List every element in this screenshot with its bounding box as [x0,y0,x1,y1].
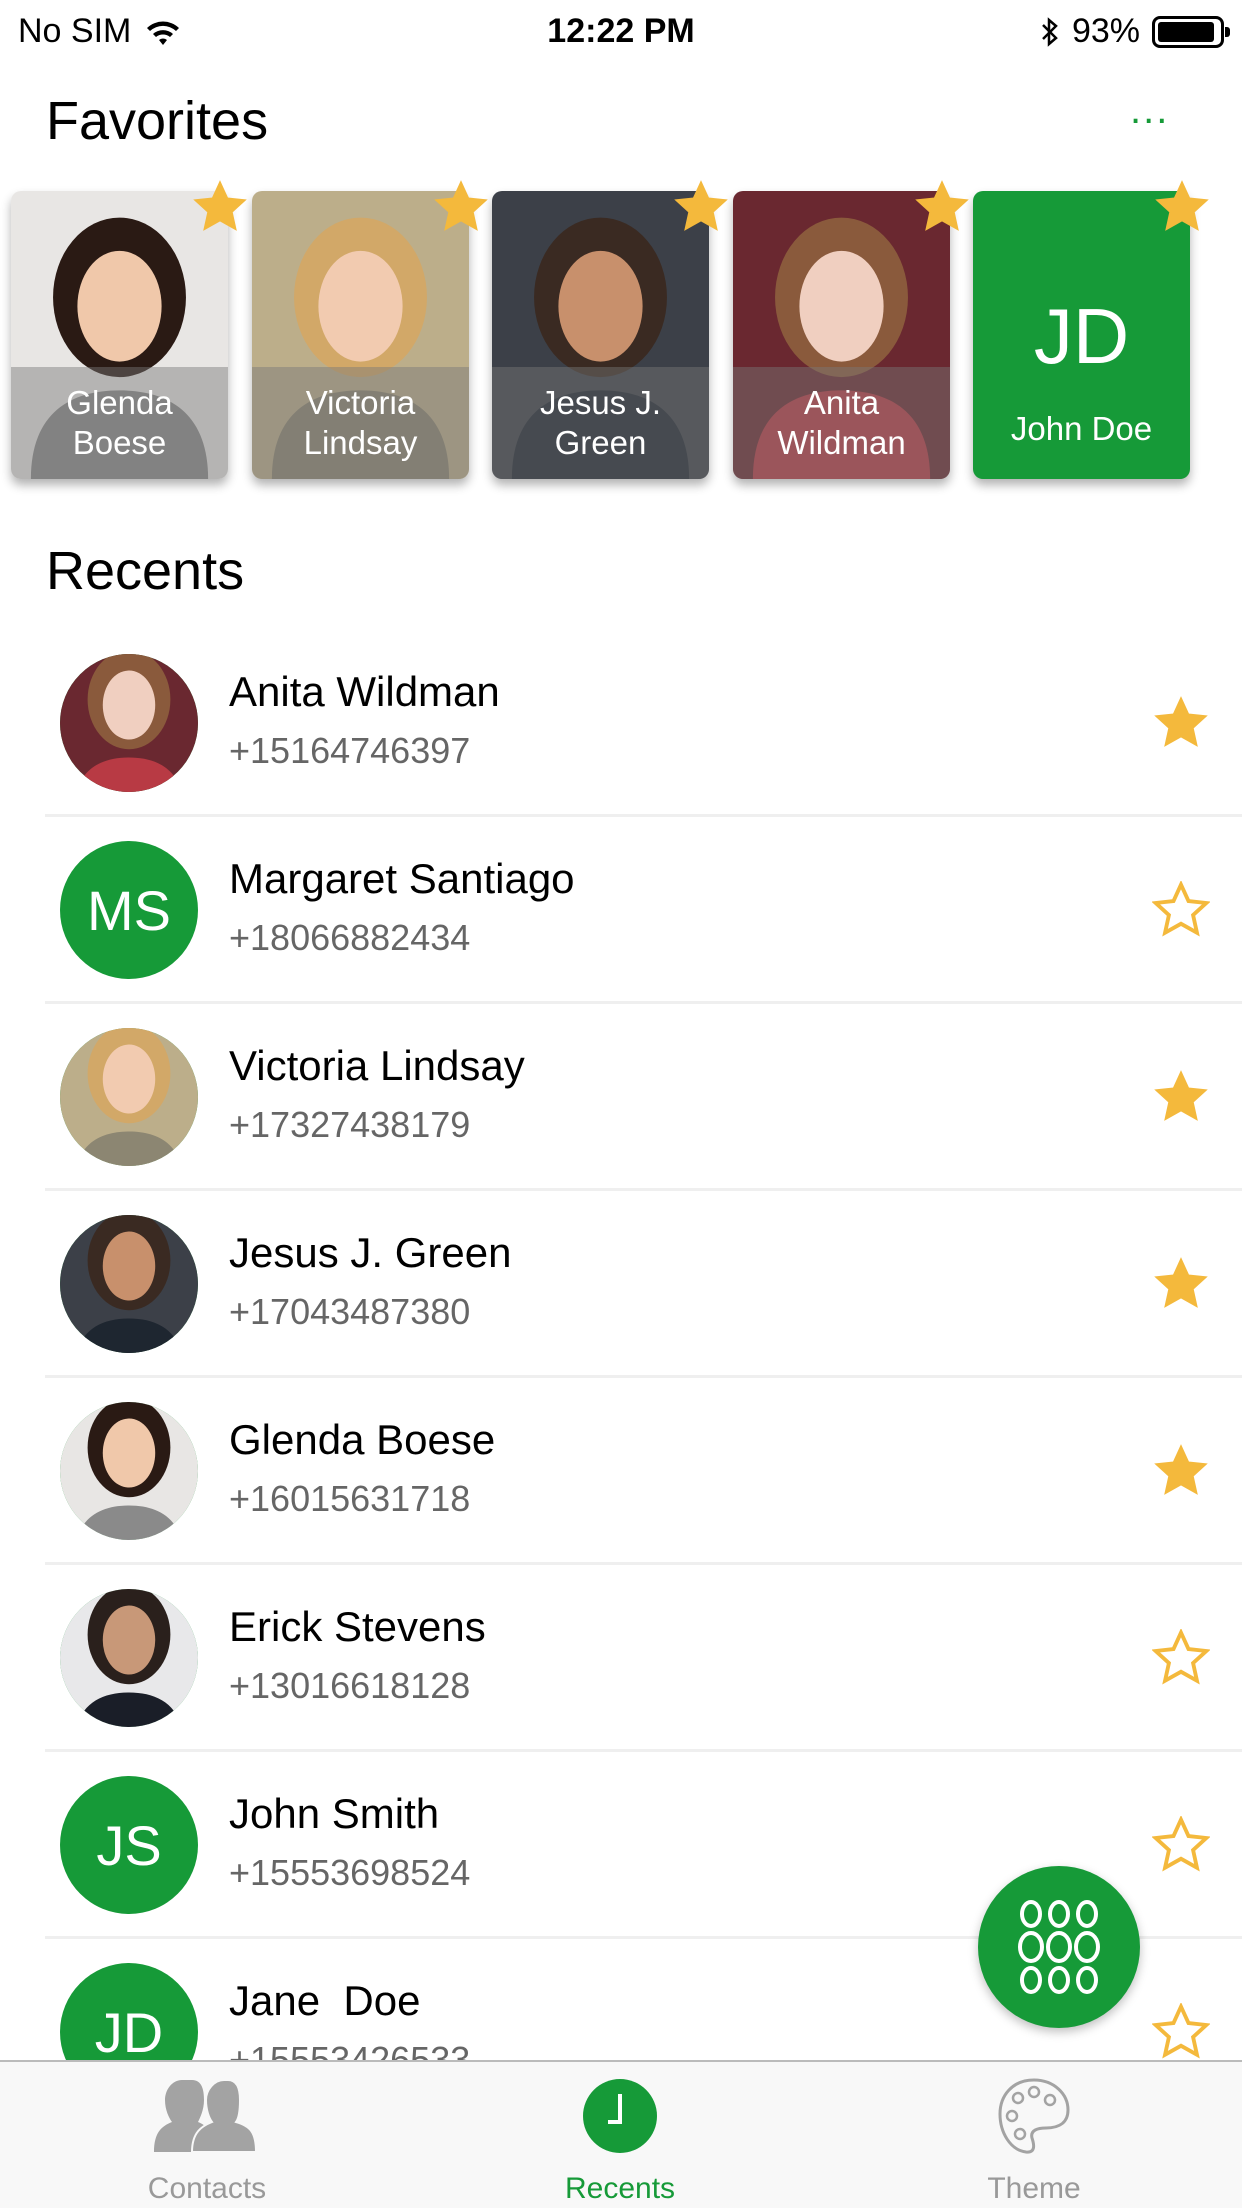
avatar [60,1028,198,1166]
list-item[interactable]: Victoria Lindsay +17327438179 [0,1004,1242,1191]
contact-phone: +16015631718 [229,1478,471,1519]
palette-icon [998,2078,1070,2154]
contact-photo [60,1028,198,1166]
tab-label: Recents [564,2172,676,2205]
star-outline-icon[interactable] [1151,1627,1211,1687]
contact-name: Anita Wildman [229,668,500,715]
initials: MS [87,878,171,942]
star-filled-icon[interactable] [913,178,971,236]
contacts-icon [154,2079,258,2153]
contact-name: Erick Stevens [229,1603,486,1650]
clock-icon [583,2079,657,2153]
favorite-name: Jesus J. Green [492,367,709,479]
recents-title: Recents [46,541,245,601]
favorite-name: John Doe [1010,410,1153,447]
avatar: JS [60,1776,198,1914]
contact-name: John Smith [229,1790,440,1837]
battery-percent: 93% [1071,12,1140,50]
contact-photo [60,1402,198,1540]
star-outline-icon[interactable] [1151,2001,1211,2061]
initials: JD [94,2000,164,2064]
star-filled-icon[interactable] [1152,1255,1210,1313]
tab-bar: Contacts Recents Theme [0,2060,1242,2208]
contact-name: Victoria Lindsay [229,1042,525,1089]
favorite-name: Victoria Lindsay [252,367,469,479]
avatar [60,1589,198,1727]
favorites-title: Favorites [46,91,269,151]
list-item[interactable]: Erick Stevens +13016618128 [0,1565,1242,1752]
contact-photo [60,1215,198,1353]
star-filled-icon[interactable] [1152,1068,1210,1126]
tab-contacts[interactable]: Contacts [57,2062,357,2210]
contact-name: Jane Doe [229,1977,421,2024]
list-item[interactable]: Anita Wildman +15164746397 [0,630,1242,817]
contact-phone: +15164746397 [229,730,471,771]
contact-phone: +13016618128 [229,1665,471,1706]
tab-theme[interactable]: Theme [884,2062,1184,2210]
list-item[interactable]: Jesus J. Green +17043487380 [0,1191,1242,1378]
contact-name: Glenda Boese [229,1416,496,1463]
contact-phone: +17327438179 [229,1104,471,1145]
star-filled-icon[interactable] [1152,1442,1210,1500]
tab-recents[interactable]: Recents [470,2062,770,2210]
list-item[interactable]: Glenda Boese +16015631718 [0,1378,1242,1565]
avatar [60,654,198,792]
star-filled-icon[interactable] [432,178,490,236]
avatar: MS [60,841,198,979]
dialpad-icon [1018,1900,1100,1994]
dialpad-button[interactable] [978,1866,1140,2028]
battery-icon [1152,15,1230,48]
star-outline-icon[interactable] [1151,879,1211,939]
contact-name: Margaret Santiago [229,855,575,902]
tab-label: Theme [987,2172,1081,2205]
contact-phone: +15553698524 [229,1852,471,1893]
favorite-name: Glenda Boese [11,367,228,479]
list-item[interactable]: MS Margaret Santiago +18066882434 [0,817,1242,1004]
contact-photo [60,654,198,792]
more-button[interactable]: ... [1130,90,1169,130]
contact-name: Jesus J. Green [229,1229,512,1276]
bluetooth-icon [1042,16,1058,47]
contact-photo [60,1589,198,1727]
star-outline-icon[interactable] [1151,1814,1211,1874]
initials: JD [1033,292,1130,380]
tab-label: Contacts [147,2172,267,2205]
status-bar: No SIM 12:22 PM 93% [0,0,1242,62]
initials: JS [96,1813,162,1877]
star-filled-icon[interactable] [191,178,249,236]
avatar [60,1215,198,1353]
star-filled-icon[interactable] [672,178,730,236]
contact-phone: +17043487380 [229,1291,471,1332]
favorite-name: Anita Wildman [733,367,950,479]
star-filled-icon[interactable] [1153,178,1211,236]
avatar [60,1402,198,1540]
star-filled-icon[interactable] [1152,694,1210,752]
contact-phone: +18066882434 [229,917,471,958]
